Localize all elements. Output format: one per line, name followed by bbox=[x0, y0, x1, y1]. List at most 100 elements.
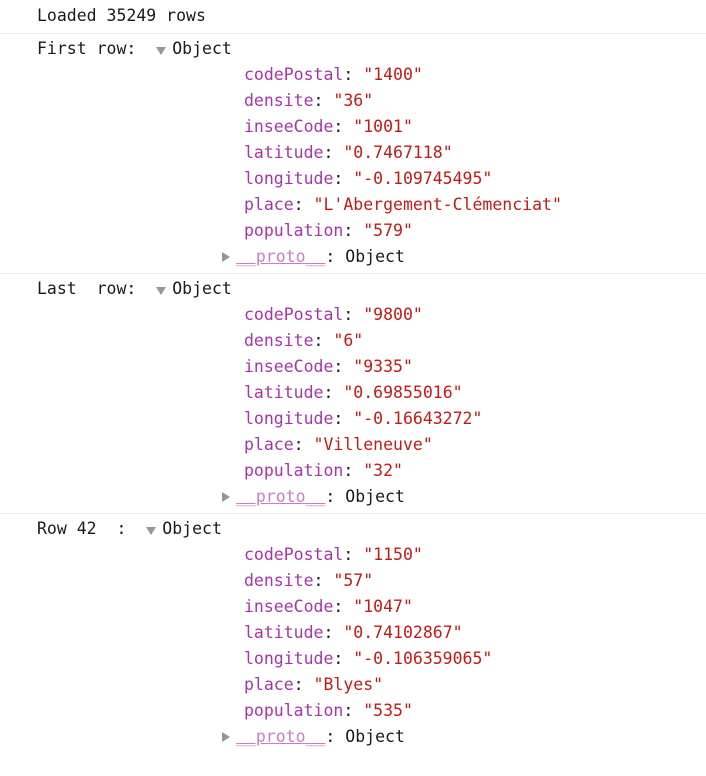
property-separator: : bbox=[333, 597, 354, 616]
property-value: "57" bbox=[333, 571, 374, 590]
property-separator: : bbox=[343, 701, 364, 720]
object-property-row: latitude: "0.74102867" bbox=[0, 620, 706, 646]
proto-row[interactable]: __proto__: Object bbox=[0, 484, 706, 510]
console-message-line: Loaded 35249 rows bbox=[0, 3, 706, 29]
property-value: "L'Abergement-Clémenciat" bbox=[313, 195, 562, 214]
property-key: codePostal bbox=[244, 65, 344, 84]
property-separator: : bbox=[343, 545, 364, 564]
proto-separator: : bbox=[325, 247, 346, 266]
property-separator: : bbox=[323, 383, 344, 402]
property-separator: : bbox=[323, 623, 344, 642]
object-property-row: densite: "57" bbox=[0, 568, 706, 594]
object-property-row: place: "L'Abergement-Clémenciat" bbox=[0, 192, 706, 218]
last-row-object: Last row: Object codePostal: "9800" densit… bbox=[0, 274, 706, 514]
property-value: "0.69855016" bbox=[343, 383, 463, 402]
property-key: densite bbox=[244, 91, 314, 110]
object-label: Last row: bbox=[37, 279, 157, 298]
property-value: "9335" bbox=[353, 357, 413, 376]
proto-row[interactable]: __proto__: Object bbox=[0, 244, 706, 270]
property-value: "1400" bbox=[363, 65, 423, 84]
property-separator: : bbox=[343, 65, 364, 84]
object-property-row: longitude: "-0.106359065" bbox=[0, 646, 706, 672]
object-type-label: Object bbox=[172, 279, 232, 298]
object-property-row: population: "32" bbox=[0, 458, 706, 484]
property-separator: : bbox=[333, 357, 354, 376]
property-separator: : bbox=[313, 331, 334, 350]
property-key: longitude bbox=[244, 649, 334, 668]
property-separator: : bbox=[333, 409, 354, 428]
object-property-row: inseeCode: "9335" bbox=[0, 354, 706, 380]
object-property-row: codePostal: "1400" bbox=[0, 62, 706, 88]
property-value: "579" bbox=[363, 221, 413, 240]
property-separator: : bbox=[343, 461, 364, 480]
object-property-row: latitude: "0.7467118" bbox=[0, 140, 706, 166]
object-property-row: inseeCode: "1047" bbox=[0, 594, 706, 620]
object-property-row: place: "Villeneuve" bbox=[0, 432, 706, 458]
property-key: longitude bbox=[244, 169, 334, 188]
object-property-row: densite: "36" bbox=[0, 88, 706, 114]
object-property-row: codePostal: "9800" bbox=[0, 302, 706, 328]
object-header-row[interactable]: Row 42 : Object bbox=[0, 516, 706, 542]
object-property-row: inseeCode: "1001" bbox=[0, 114, 706, 140]
property-key: place bbox=[244, 195, 294, 214]
object-property-row: population: "535" bbox=[0, 698, 706, 724]
property-separator: : bbox=[293, 195, 314, 214]
property-key: densite bbox=[244, 331, 314, 350]
property-separator: : bbox=[343, 305, 364, 324]
property-value: "1047" bbox=[353, 597, 413, 616]
property-separator: : bbox=[293, 675, 314, 694]
object-property-row: place: "Blyes" bbox=[0, 672, 706, 698]
property-value: "9800" bbox=[363, 305, 423, 324]
object-type-label: Object bbox=[162, 519, 222, 538]
object-label: Row 42 : bbox=[37, 519, 147, 538]
property-key: codePostal bbox=[244, 305, 344, 324]
property-key: latitude bbox=[244, 143, 324, 162]
triangle-right-icon[interactable] bbox=[222, 492, 230, 502]
proto-separator: : bbox=[325, 727, 346, 746]
proto-type-label: Object bbox=[345, 727, 405, 746]
triangle-down-icon[interactable] bbox=[146, 527, 157, 535]
property-key: inseeCode bbox=[244, 597, 334, 616]
property-value: "-0.109745495" bbox=[353, 169, 493, 188]
property-key: longitude bbox=[244, 409, 334, 428]
property-value: "-0.106359065" bbox=[353, 649, 493, 668]
property-separator: : bbox=[323, 143, 344, 162]
property-value: "36" bbox=[333, 91, 374, 110]
proto-row[interactable]: __proto__: Object bbox=[0, 724, 706, 750]
object-property-row: codePostal: "1150" bbox=[0, 542, 706, 568]
property-key: inseeCode bbox=[244, 117, 334, 136]
property-key: latitude bbox=[244, 623, 324, 642]
loaded-rows-message: Loaded 35249 rows bbox=[0, 0, 706, 34]
property-separator: : bbox=[343, 221, 364, 240]
object-property-row: longitude: "-0.109745495" bbox=[0, 166, 706, 192]
object-header-row[interactable]: Last row: Object bbox=[0, 276, 706, 302]
proto-type-label: Object bbox=[345, 487, 405, 506]
property-separator: : bbox=[313, 91, 334, 110]
triangle-down-icon[interactable] bbox=[156, 287, 167, 295]
proto-key[interactable]: __proto__ bbox=[236, 724, 325, 750]
property-key: place bbox=[244, 435, 294, 454]
proto-key[interactable]: __proto__ bbox=[236, 244, 325, 270]
triangle-down-icon[interactable] bbox=[156, 47, 167, 55]
proto-type-label: Object bbox=[345, 247, 405, 266]
object-property-row: population: "579" bbox=[0, 218, 706, 244]
property-key: densite bbox=[244, 571, 314, 590]
property-key: population bbox=[244, 221, 344, 240]
property-key: population bbox=[244, 701, 344, 720]
property-value: "0.74102867" bbox=[343, 623, 463, 642]
property-value: "1150" bbox=[363, 545, 423, 564]
property-value: "6" bbox=[333, 331, 364, 350]
property-separator: : bbox=[333, 117, 354, 136]
object-property-row: latitude: "0.69855016" bbox=[0, 380, 706, 406]
object-label: First row: bbox=[37, 39, 157, 58]
object-header-row[interactable]: First row: Object bbox=[0, 36, 706, 62]
property-value: "32" bbox=[363, 461, 403, 480]
property-key: codePostal bbox=[244, 545, 344, 564]
triangle-right-icon[interactable] bbox=[222, 732, 230, 742]
proto-key[interactable]: __proto__ bbox=[236, 484, 325, 510]
row-42-object: Row 42 : Object codePostal: "1150" densite… bbox=[0, 514, 706, 753]
console-message-text: Loaded 35249 rows bbox=[37, 6, 206, 25]
property-separator: : bbox=[333, 649, 354, 668]
triangle-right-icon[interactable] bbox=[222, 252, 230, 262]
object-property-row: longitude: "-0.16643272" bbox=[0, 406, 706, 432]
